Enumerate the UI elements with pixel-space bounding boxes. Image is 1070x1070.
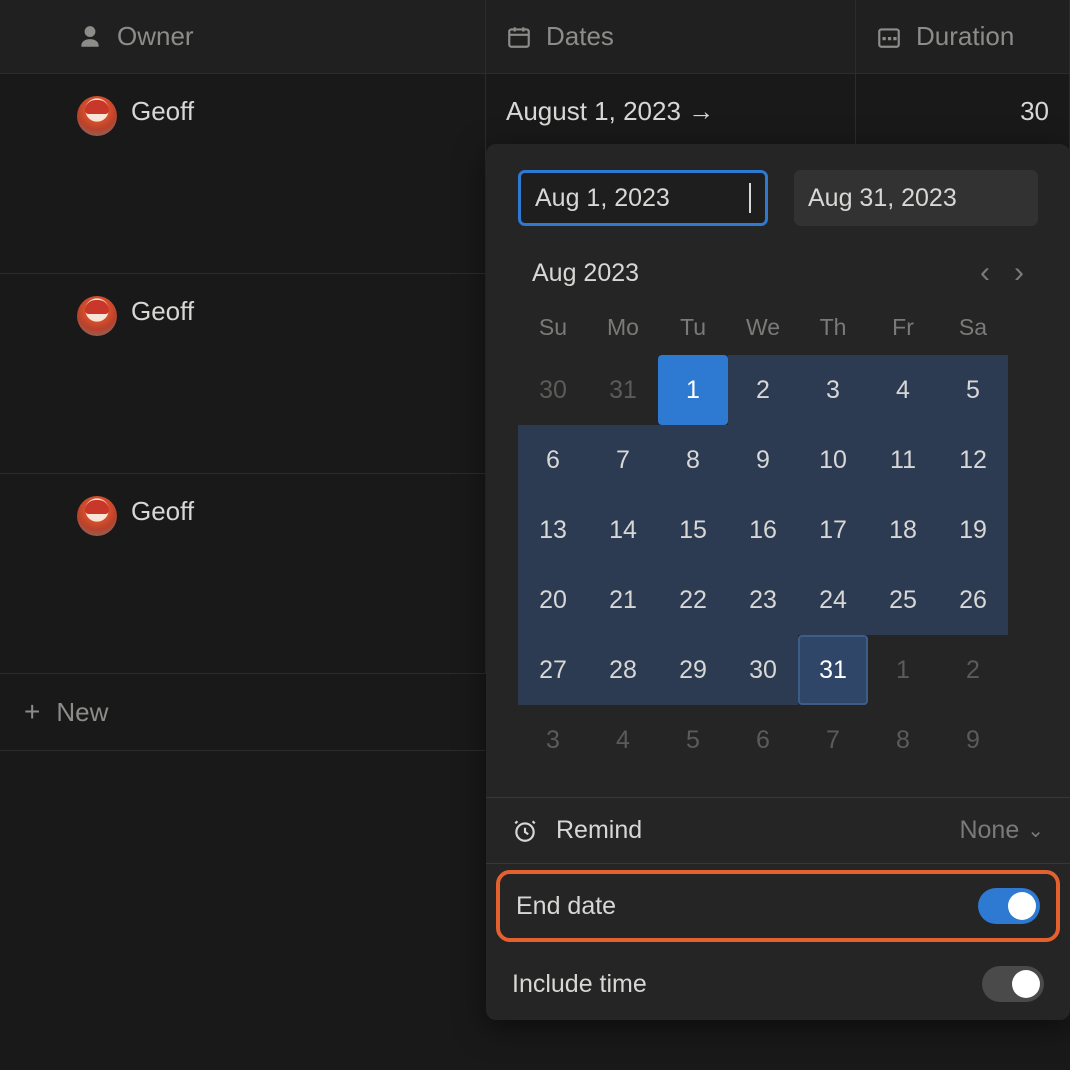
duration-icon xyxy=(876,24,902,50)
remind-label: Remind xyxy=(556,816,642,845)
end-date-toggle[interactable] xyxy=(978,888,1040,924)
calendar-day[interactable]: 21 xyxy=(588,565,658,635)
row-spacer xyxy=(0,74,57,274)
calendar-day[interactable]: 4 xyxy=(868,355,938,425)
calendar-day[interactable]: 1 xyxy=(868,635,938,705)
end-date-row[interactable]: End date xyxy=(496,870,1060,942)
calendar-dow: Su xyxy=(518,304,588,355)
chevron-down-icon: ⌄ xyxy=(1027,818,1044,843)
owner-cell[interactable]: Geoff xyxy=(57,74,486,274)
remind-value: None xyxy=(959,816,1019,845)
calendar-day[interactable]: 7 xyxy=(588,425,658,495)
calendar-day[interactable]: 5 xyxy=(938,355,1008,425)
calendar-day[interactable]: 12 xyxy=(938,425,1008,495)
owner-name: Geoff xyxy=(131,296,194,327)
calendar-day[interactable]: 7 xyxy=(798,705,868,775)
prev-month-button[interactable]: ‹ xyxy=(980,256,990,290)
calendar-day[interactable]: 17 xyxy=(798,495,868,565)
calendar-day[interactable]: 16 xyxy=(728,495,798,565)
column-header-duration-label: Duration xyxy=(916,21,1014,52)
calendar-month-title: Aug 2023 xyxy=(532,259,639,288)
calendar-day[interactable]: 6 xyxy=(518,425,588,495)
calendar-day[interactable]: 28 xyxy=(588,635,658,705)
calendar-day[interactable]: 3 xyxy=(518,705,588,775)
calendar-day[interactable]: 2 xyxy=(728,355,798,425)
calendar-day[interactable]: 25 xyxy=(868,565,938,635)
avatar xyxy=(77,496,117,536)
add-row-label: New xyxy=(56,697,108,728)
include-time-toggle[interactable] xyxy=(982,966,1044,1002)
end-date-input[interactable]: Aug 31, 2023 xyxy=(794,170,1038,226)
calendar-day[interactable]: 30 xyxy=(518,355,588,425)
column-header-owner-label: Owner xyxy=(117,21,194,52)
calendar-day[interactable]: 18 xyxy=(868,495,938,565)
column-header-owner[interactable]: Owner xyxy=(57,0,486,74)
calendar-day[interactable]: 8 xyxy=(658,425,728,495)
column-header-dates[interactable]: Dates xyxy=(486,0,856,74)
row-spacer xyxy=(0,474,57,674)
calendar-day[interactable]: 22 xyxy=(658,565,728,635)
person-icon xyxy=(77,24,103,50)
calendar-day[interactable]: 26 xyxy=(938,565,1008,635)
calendar-day[interactable]: 9 xyxy=(728,425,798,495)
calendar-day[interactable]: 9 xyxy=(938,705,1008,775)
dates-value: August 1, 2023 → xyxy=(506,96,714,127)
calendar-day[interactable]: 13 xyxy=(518,495,588,565)
add-row-button[interactable]: + New xyxy=(0,674,485,751)
calendar-day[interactable]: 6 xyxy=(728,705,798,775)
calendar-day[interactable]: 24 xyxy=(798,565,868,635)
calendar-day[interactable]: 5 xyxy=(658,705,728,775)
clock-icon xyxy=(512,818,538,844)
calendar-day[interactable]: 11 xyxy=(868,425,938,495)
calendar-dow: Mo xyxy=(588,304,658,355)
column-header-duration[interactable]: Duration xyxy=(856,0,1070,74)
calendar-day[interactable]: 31 xyxy=(798,635,868,705)
calendar-day[interactable]: 19 xyxy=(938,495,1008,565)
remind-row[interactable]: Remind None ⌄ xyxy=(486,798,1070,863)
include-time-row[interactable]: Include time xyxy=(486,948,1070,1020)
owner-cell[interactable]: Geoff xyxy=(57,474,486,674)
owner-name: Geoff xyxy=(131,96,194,127)
date-picker-popover: Aug 1, 2023 Aug 31, 2023 Aug 2023 ‹ › Su… xyxy=(486,144,1070,1020)
calendar-dow: Fr xyxy=(868,304,938,355)
start-date-input[interactable]: Aug 1, 2023 xyxy=(518,170,768,226)
calendar: Aug 2023 ‹ › SuMoTuWeThFrSa3031123456789… xyxy=(486,246,1070,797)
divider xyxy=(486,863,1070,864)
calendar-day[interactable]: 29 xyxy=(658,635,728,705)
calendar-day[interactable]: 20 xyxy=(518,565,588,635)
calendar-day[interactable]: 10 xyxy=(798,425,868,495)
calendar-icon xyxy=(506,24,532,50)
owner-name: Geoff xyxy=(131,496,194,527)
calendar-day[interactable]: 15 xyxy=(658,495,728,565)
calendar-day[interactable]: 23 xyxy=(728,565,798,635)
include-time-label: Include time xyxy=(512,970,647,999)
owner-cell[interactable]: Geoff xyxy=(57,274,486,474)
end-date-label: End date xyxy=(516,892,616,921)
calendar-grid: SuMoTuWeThFrSa30311234567891011121314151… xyxy=(518,304,1038,775)
calendar-dow: Th xyxy=(798,304,868,355)
calendar-day[interactable]: 30 xyxy=(728,635,798,705)
calendar-day[interactable]: 4 xyxy=(588,705,658,775)
calendar-day[interactable]: 27 xyxy=(518,635,588,705)
next-month-button[interactable]: › xyxy=(1014,256,1024,290)
calendar-day[interactable]: 1 xyxy=(658,355,728,425)
calendar-day[interactable]: 14 xyxy=(588,495,658,565)
calendar-dow: We xyxy=(728,304,798,355)
calendar-day[interactable]: 2 xyxy=(938,635,1008,705)
row-spacer xyxy=(0,274,57,474)
duration-value: 30 xyxy=(1020,96,1049,127)
avatar xyxy=(77,296,117,336)
column-header-dates-label: Dates xyxy=(546,21,614,52)
column-header-spacer xyxy=(0,0,57,74)
calendar-dow: Tu xyxy=(658,304,728,355)
avatar xyxy=(77,96,117,136)
calendar-day[interactable]: 31 xyxy=(588,355,658,425)
plus-icon: + xyxy=(24,696,40,728)
calendar-day[interactable]: 8 xyxy=(868,705,938,775)
calendar-day[interactable]: 3 xyxy=(798,355,868,425)
calendar-dow: Sa xyxy=(938,304,1008,355)
